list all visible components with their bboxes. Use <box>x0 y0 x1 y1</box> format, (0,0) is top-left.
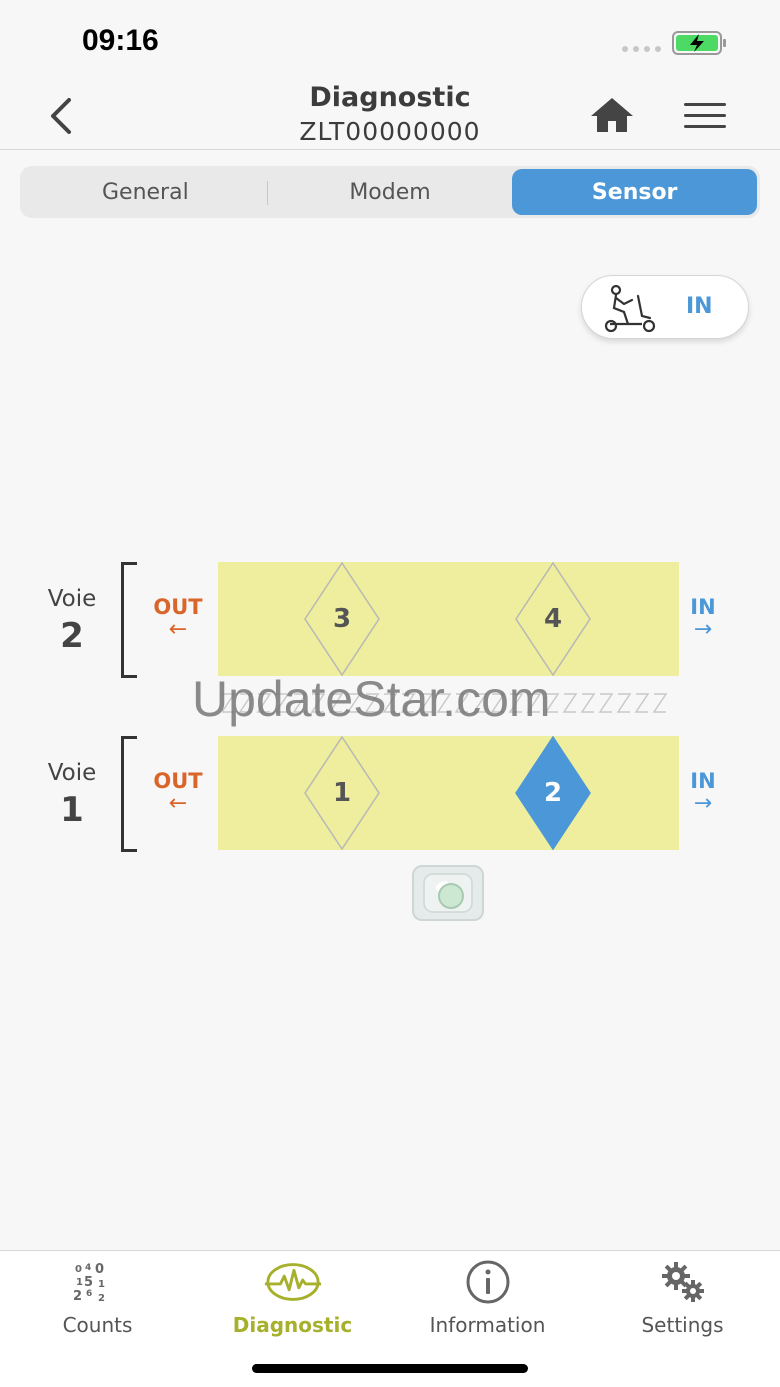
svg-text:6: 6 <box>86 1289 92 1299</box>
sensor-number: 2 <box>543 778 563 808</box>
tab-general[interactable]: General <box>23 169 268 215</box>
signal-icon <box>622 46 661 52</box>
device-id: ZLT00000000 <box>299 117 481 146</box>
arrow-left-icon: ← <box>168 617 188 642</box>
counts-icon: 0 4 0 1 5 1 2 6 2 <box>73 1262 105 1304</box>
svg-text:0: 0 <box>95 1262 104 1277</box>
in-label: IN <box>690 769 716 793</box>
diagnostic-pulse-icon <box>264 1263 321 1301</box>
sensor-3[interactable]: 3 <box>304 562 380 676</box>
lane-2-out: OUT ← <box>148 595 208 641</box>
sensor-2[interactable]: 2 <box>515 736 591 850</box>
tab-label: Information <box>429 1313 546 1337</box>
battery-charging-icon <box>672 31 726 55</box>
nav-bar: Diagnostic ZLT00000000 <box>0 80 780 150</box>
status-time: 09:16 <box>82 24 159 57</box>
svg-text:1: 1 <box>76 1277 83 1288</box>
lane-bracket <box>121 562 137 678</box>
lane-label-1: Voie 1 <box>32 760 112 830</box>
arrow-right-icon: → <box>693 617 713 642</box>
watermark-text: UpdateStar.com <box>192 671 551 727</box>
lane-number: 1 <box>60 790 84 830</box>
tab-label: Settings <box>641 1313 724 1337</box>
menu-button[interactable] <box>684 94 730 136</box>
lane-bracket <box>121 736 137 852</box>
svg-text:2: 2 <box>73 1289 82 1304</box>
direction-label: IN <box>686 294 713 319</box>
sensor-4[interactable]: 4 <box>515 562 591 676</box>
lane-1-in: IN → <box>673 769 733 815</box>
hamburger-menu-icon <box>684 102 726 106</box>
out-label: OUT <box>153 769 203 793</box>
direction-toggle[interactable]: IN <box>581 275 749 339</box>
sensor-number: 3 <box>332 604 352 634</box>
tab-diagnostic[interactable]: Diagnostic <box>195 1259 390 1339</box>
lane-2-in: IN → <box>673 595 733 641</box>
tab-label: Counts <box>62 1313 133 1337</box>
lane-label-2: Voie 2 <box>32 586 112 656</box>
arrow-right-icon: → <box>693 791 713 816</box>
lane-1-out: OUT ← <box>148 769 208 815</box>
scooter-icon <box>604 284 656 333</box>
svg-text:5: 5 <box>84 1275 93 1290</box>
home-button[interactable] <box>587 92 637 138</box>
out-label: OUT <box>153 595 203 619</box>
camera-lens-icon <box>423 873 473 913</box>
status-bar: 09:16 <box>0 0 780 80</box>
in-label: IN <box>690 595 716 619</box>
tab-settings[interactable]: Settings <box>585 1259 780 1339</box>
svg-text:2: 2 <box>98 1293 105 1304</box>
svg-text:0: 0 <box>75 1264 82 1275</box>
camera-button[interactable] <box>412 865 484 921</box>
diagnostic-segmented-control: General Modem Sensor <box>20 166 760 218</box>
lane-voie-text: Voie <box>47 586 97 612</box>
page-title: Diagnostic <box>309 82 471 113</box>
lane-number: 2 <box>60 616 84 656</box>
info-icon <box>466 1260 509 1304</box>
home-icon <box>591 98 633 132</box>
lane-2-band: 3 4 <box>218 562 679 676</box>
sensor-number: 1 <box>332 778 352 808</box>
arrow-left-icon: ← <box>168 791 188 816</box>
tab-counts[interactable]: 0 4 0 1 5 1 2 6 2 Counts <box>0 1259 195 1339</box>
tab-sensor[interactable]: Sensor <box>512 169 758 215</box>
tab-modem[interactable]: Modem <box>268 169 513 215</box>
sensor-number: 4 <box>543 604 563 634</box>
tab-information[interactable]: Information <box>390 1259 585 1339</box>
sensor-1[interactable]: 1 <box>304 736 380 850</box>
home-indicator[interactable] <box>252 1364 528 1373</box>
gears-icon <box>661 1262 704 1302</box>
lane-voie-text: Voie <box>47 760 97 786</box>
lane-1-band: 1 2 <box>218 736 679 850</box>
svg-text:1: 1 <box>98 1279 105 1290</box>
tab-label: Diagnostic <box>232 1313 353 1337</box>
svg-text:4: 4 <box>85 1263 91 1273</box>
